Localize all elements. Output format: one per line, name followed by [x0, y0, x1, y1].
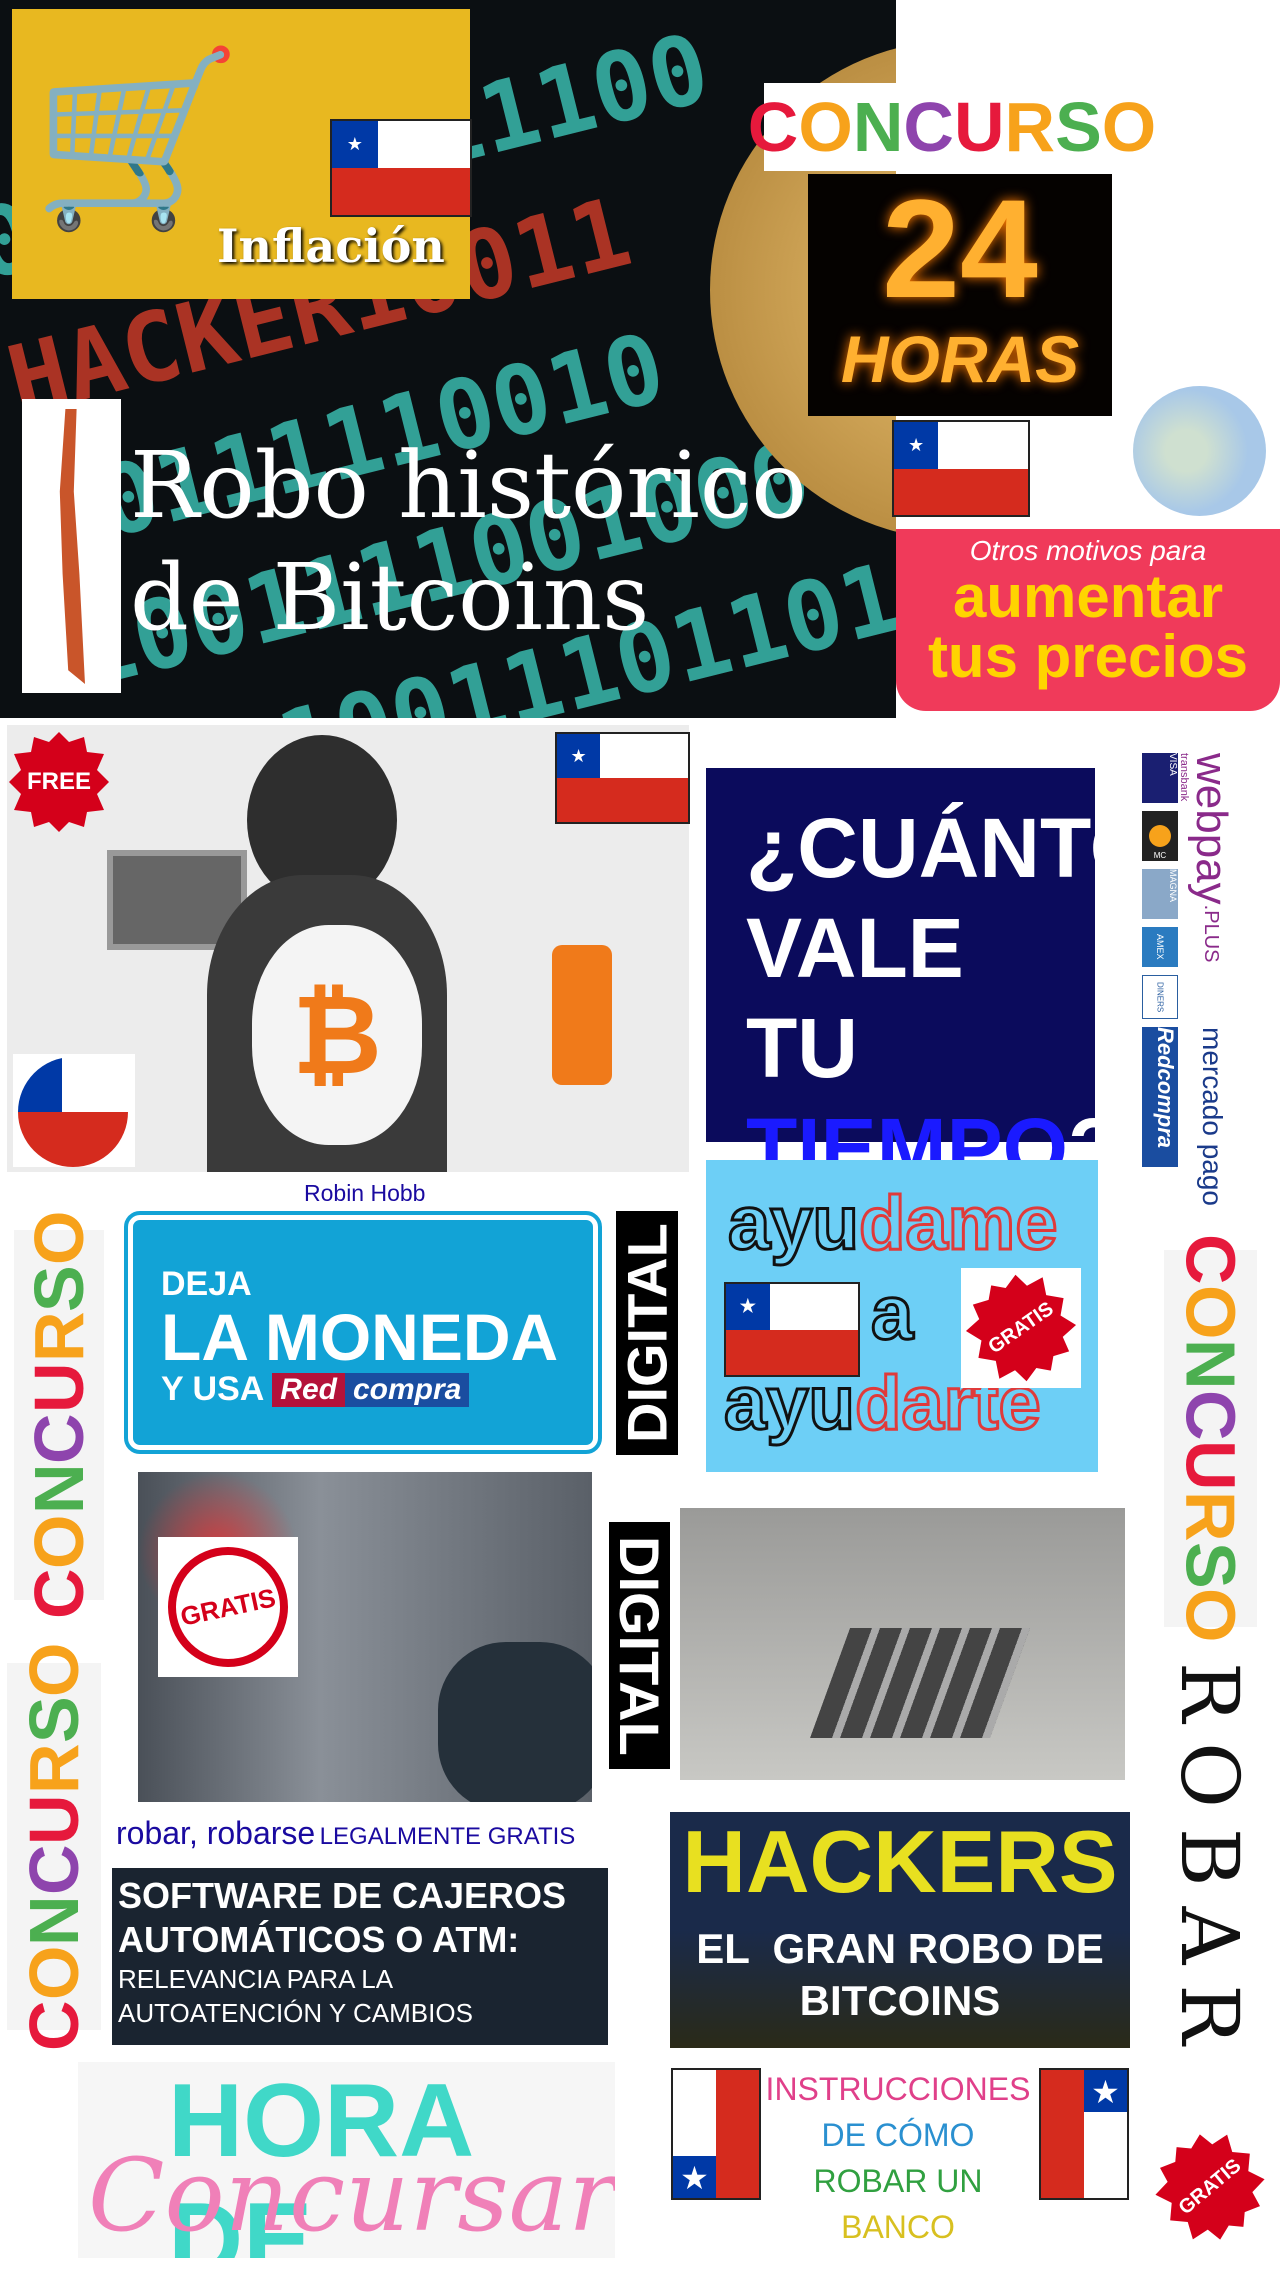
hacker-hand: [438, 1642, 592, 1802]
shopping-cart-icon: 🛒: [32, 44, 244, 234]
visa-logo: VISA: [1142, 753, 1178, 803]
hackers-banner: HACKERS EL GRAN ROBO DE BITCOINS: [670, 1812, 1130, 2048]
concurso-letter: C: [747, 88, 799, 166]
chile-flag-vertical: ★: [671, 2068, 761, 2200]
countdown-24-horas: 24 HORAS: [808, 174, 1112, 416]
diners-logo: DINERS: [1142, 975, 1178, 1019]
concurso-letter: O: [1101, 88, 1157, 166]
digital-label: DIGITAL: [608, 1522, 671, 1769]
mercadopago-logo: mercado pago: [1197, 1027, 1228, 1207]
concurso-letter: O: [1171, 1284, 1250, 1340]
atm-hack-image: GRATIS: [138, 1472, 592, 1802]
instrucciones-banner: ★ ★ INSTRUCCIONES DE CÓMO ROBAR UN BANCO: [667, 2066, 1129, 2257]
chile-flag: ★: [724, 1282, 860, 1377]
hero-title: Robo histórico de Bitcoins: [130, 432, 807, 651]
globe-icon: [1127, 380, 1272, 522]
software-banner: SOFTWARE DE CAJEROS AUTOMÁTICOS O ATM: R…: [112, 1868, 608, 2045]
redcompra-logo: Redcompra: [272, 1372, 470, 1407]
concurso-letter: S: [1171, 1541, 1250, 1589]
concurso-letter: U: [953, 88, 1005, 166]
concurso-letter: U: [20, 1362, 98, 1414]
concurso-letter: S: [15, 1696, 93, 1744]
chile-flag-vertical: ★: [1039, 2068, 1129, 2200]
concurso-letter: O: [15, 1642, 93, 1697]
concurso-letter: N: [852, 88, 904, 166]
concurso-letter: U: [15, 1794, 93, 1845]
precios-banner: Otros motivos para aumentar tus precios: [896, 529, 1280, 711]
concurso-letter: R: [1171, 1491, 1250, 1542]
hora-de-concursar: HORA DE Concursar: [78, 2062, 615, 2258]
concurso-letter: C: [20, 1568, 98, 1620]
moneda-banner: DEJA LA MONEDA Y USA Red compra: [124, 1211, 602, 1454]
concurso-vertical-right: CONCURSO: [1164, 1234, 1257, 1643]
bitcoin-key-icon: [552, 945, 612, 1085]
concurso-letter: O: [15, 1945, 93, 2001]
amex-logo: AMEX: [1142, 927, 1178, 967]
concurso-letter: O: [20, 1514, 98, 1569]
concurso-letter: N: [1171, 1339, 1250, 1390]
concurso-banner: CONCURSO: [748, 83, 1156, 171]
inflation-image: 🛒 ★ Inflación: [12, 9, 472, 299]
chile-round-flag: [13, 1054, 135, 1167]
bitcoin-icon: ₿: [252, 925, 422, 1145]
concurso-letter: C: [1171, 1389, 1250, 1441]
concurso-letter: S: [1055, 88, 1102, 166]
gratis-badge: GRATIS: [949, 1256, 1094, 1401]
concurso-letter: U: [1171, 1440, 1250, 1491]
gratis-stamp: GRATIS: [156, 1535, 300, 1679]
magna-logo: MAGNA: [1142, 869, 1178, 919]
tiempo-banner: ¿CUÁNTO VALE TU TIEMPO?: [706, 768, 1155, 1195]
concurso-letter: R: [20, 1311, 98, 1363]
concurso-letter: C: [20, 1413, 98, 1464]
concurso-letter: O: [20, 1210, 98, 1266]
concurso-letter: S: [20, 1265, 98, 1312]
atm-photo: [680, 1508, 1125, 1780]
concurso-letter: O: [1171, 1588, 1250, 1643]
payment-logos: VISA MC MAGNA AMEX DINERS Redcompra webp…: [1138, 747, 1261, 1225]
chile-flag: ★: [330, 119, 472, 217]
concurso-letter: R: [15, 1743, 93, 1794]
chile-map: [22, 399, 121, 693]
mastercard-logo: MC: [1142, 811, 1178, 861]
gratis-badge: GRATIS: [1137, 2114, 1280, 2261]
concurso-vertical-left-2: CONCURSO: [7, 1642, 101, 2051]
robar-vertical: ROBAR: [1163, 1661, 1256, 2065]
chile-flag: ★: [892, 420, 1030, 517]
robar-caption: robar, robarse LEGALMENTE GRATIS: [116, 1815, 576, 1851]
concurso-letter: N: [20, 1463, 98, 1515]
chile-flag: ★: [555, 732, 690, 824]
caption-author: Robin Hobb: [304, 1180, 426, 1206]
concurso-letter: C: [15, 2000, 93, 2051]
concurso-letter: R: [1004, 88, 1056, 166]
concurso-letter: N: [15, 1895, 93, 1946]
concurso-letter: C: [1171, 1234, 1250, 1285]
concurso-letter: C: [903, 88, 954, 166]
ayudame-banner: ayudame a ayudarte ★ GRATIS: [706, 1160, 1098, 1472]
redcompra-logo: Redcompra: [1142, 1027, 1178, 1167]
concurso-letter: C: [15, 1844, 93, 1896]
digital-label: DIGITAL: [616, 1211, 679, 1455]
concurso-vertical-left: CONCURSO: [14, 1211, 104, 1619]
concurso-letter: O: [798, 88, 853, 166]
